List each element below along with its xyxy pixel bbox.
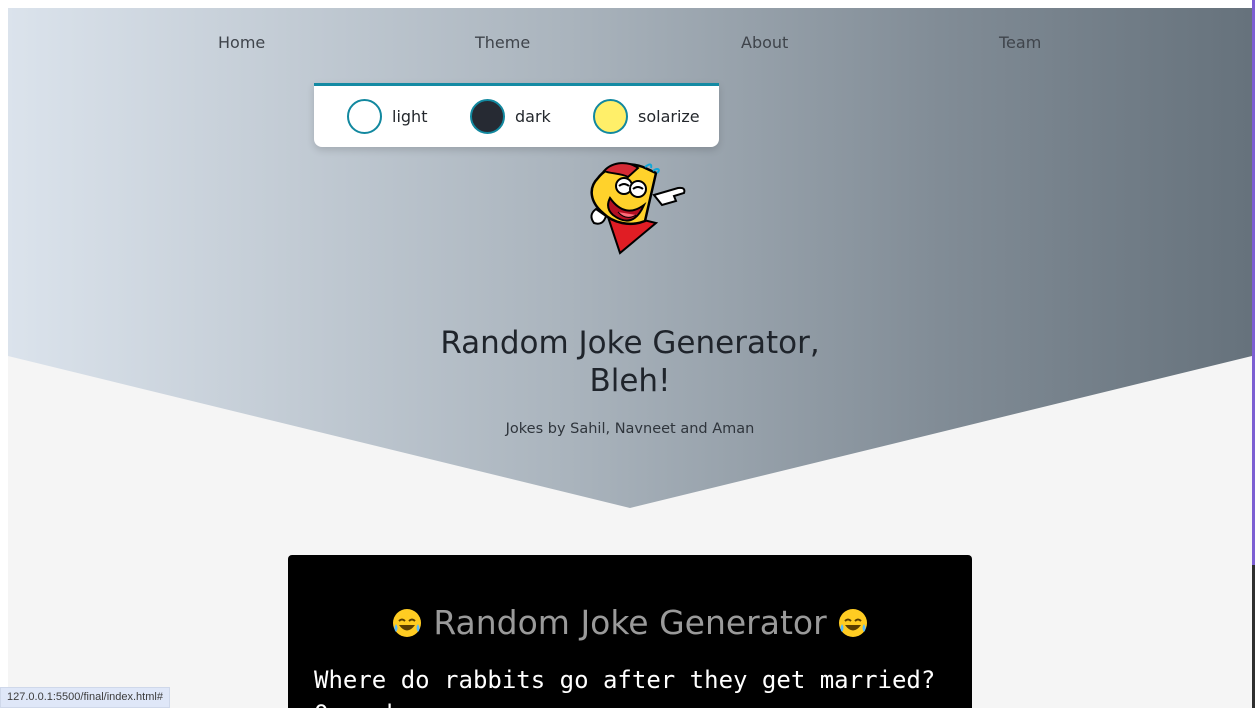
joke-card: Random Joke Generator Where do rabbits g…: [288, 555, 972, 708]
theme-option-dark-label: dark: [515, 106, 551, 126]
joke-card-title: Random Joke Generator: [433, 603, 827, 642]
theme-option-solarize-label: solarize: [638, 106, 700, 126]
face-with-tears-of-joy-icon: [393, 608, 422, 637]
status-bar-url: 127.0.0.1:5500/final/index.html#: [0, 687, 170, 708]
theme-option-light[interactable]: light: [347, 98, 427, 134]
theme-option-dark[interactable]: dark: [470, 98, 551, 134]
dark-theme-swatch-icon[interactable]: [470, 98, 505, 134]
page: Home Theme About Team light dark solariz…: [8, 8, 1252, 708]
light-theme-swatch-icon[interactable]: [347, 98, 382, 134]
hero-subtitle: Jokes by Sahil, Navneet and Aman: [505, 421, 755, 437]
theme-dropdown-menu: light dark solarize: [314, 83, 719, 147]
joke-card-heading: Random Joke Generator: [288, 603, 972, 642]
face-with-tears-of-joy-icon: [838, 608, 867, 637]
theme-option-light-label: light: [392, 106, 428, 126]
nav-theme-link[interactable]: Theme: [475, 33, 530, 52]
hero-title: Random Joke Generator, Bleh!: [440, 325, 820, 399]
nav-home-link[interactable]: Home: [218, 33, 265, 52]
joke-text: Where do rabbits go after they get marri…: [314, 666, 936, 708]
solarize-theme-swatch-icon[interactable]: [593, 98, 628, 134]
nav-team-link[interactable]: Team: [999, 33, 1041, 52]
nav-about-link[interactable]: About: [741, 33, 788, 52]
laughing-mascot-icon: [590, 162, 686, 255]
theme-option-solarize[interactable]: solarize: [593, 98, 700, 134]
